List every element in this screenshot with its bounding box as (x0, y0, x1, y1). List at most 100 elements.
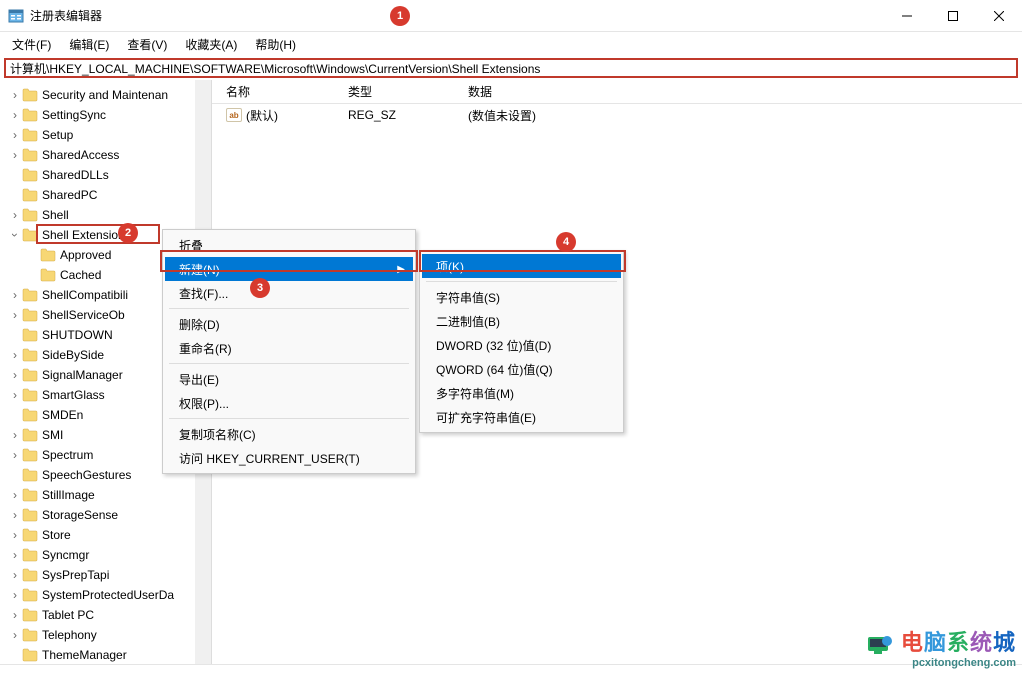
col-data[interactable]: 数据 (454, 83, 734, 100)
col-type[interactable]: 类型 (334, 83, 454, 100)
tree-item-thememanager[interactable]: ThemeManager (22, 645, 211, 664)
chevron-right-icon[interactable]: › (8, 388, 22, 402)
window-title: 注册表编辑器 (30, 7, 102, 24)
menu-item-复制项名称C[interactable]: 复制项名称(C) (165, 422, 413, 446)
submenu-item-二进制值B[interactable]: 二进制值(B) (422, 309, 621, 333)
chevron-right-icon[interactable]: › (8, 428, 22, 442)
chevron-right-icon[interactable]: › (8, 528, 22, 542)
menu-item-访问HKEYCURRENTUSERT[interactable]: 访问 HKEY_CURRENT_USER(T) (165, 446, 413, 470)
tree-item-label: Telephony (42, 628, 97, 642)
chevron-down-icon[interactable]: › (8, 228, 22, 242)
tree-item-label: SHUTDOWN (42, 328, 113, 342)
minimize-button[interactable] (884, 0, 930, 32)
menu-help[interactable]: 帮助(H) (247, 34, 304, 55)
chevron-right-icon[interactable]: › (8, 148, 22, 162)
tree-item-syncmgr[interactable]: ›Syncmgr (22, 545, 211, 565)
tree-item-label: Store (42, 528, 71, 542)
string-value-icon: ab (226, 108, 242, 122)
tree-item-shell[interactable]: ›Shell (22, 205, 211, 225)
menu-item-重命名R[interactable]: 重命名(R) (165, 336, 413, 360)
tree-item-sharedpc[interactable]: SharedPC (22, 185, 211, 205)
tree-item-shareddlls[interactable]: SharedDLLs (22, 165, 211, 185)
menu-file[interactable]: 文件(F) (4, 34, 59, 55)
menu-item-label: 折叠 (179, 237, 203, 254)
tree-item-label: Syncmgr (42, 548, 89, 562)
close-button[interactable] (976, 0, 1022, 32)
col-name[interactable]: 名称 (212, 83, 334, 100)
watermark-logo: 电脑系统城 (866, 625, 1016, 657)
chevron-right-icon[interactable]: › (8, 368, 22, 382)
tree-item-stillimage[interactable]: ›StillImage (22, 485, 211, 505)
maximize-button[interactable] (930, 0, 976, 32)
menu-favorites[interactable]: 收藏夹(A) (177, 34, 245, 55)
callout-2: 2 (118, 223, 138, 243)
chevron-right-icon[interactable]: › (8, 128, 22, 142)
value-name: (默认) (246, 107, 278, 124)
value-row[interactable]: ab (默认) REG_SZ (数值未设置) (212, 104, 1022, 126)
chevron-right-icon[interactable]: › (8, 628, 22, 642)
tree-item-store[interactable]: ›Store (22, 525, 211, 545)
submenu-item-多字符串值M[interactable]: 多字符串值(M) (422, 381, 621, 405)
menu-item-折叠[interactable]: 折叠 (165, 233, 413, 257)
menu-item-label: 可扩充字符串值(E) (436, 409, 536, 426)
tree-item-label: SpeechGestures (42, 468, 131, 482)
menu-item-查找F[interactable]: 查找(F)... (165, 281, 413, 305)
tree-item-label: Approved (60, 248, 111, 262)
address-path: 计算机\HKEY_LOCAL_MACHINE\SOFTWARE\Microsof… (10, 60, 540, 77)
tree-item-setup[interactable]: ›Setup (22, 125, 211, 145)
chevron-right-icon[interactable]: › (8, 588, 22, 602)
menu-item-导出E[interactable]: 导出(E) (165, 367, 413, 391)
menu-view[interactable]: 查看(V) (119, 34, 175, 55)
tree-item-label: Tablet PC (42, 608, 94, 622)
menu-separator (426, 281, 617, 282)
submenu-item-QWORD位值Q[interactable]: QWORD (64 位)值(Q) (422, 357, 621, 381)
value-type: REG_SZ (334, 108, 454, 122)
tree-item-label: SystemProtectedUserDa (42, 588, 174, 602)
window-buttons (884, 0, 1022, 32)
submenu-item-字符串值S[interactable]: 字符串值(S) (422, 285, 621, 309)
chevron-right-icon[interactable]: › (8, 288, 22, 302)
chevron-right-icon[interactable]: › (8, 348, 22, 362)
submenu-item-DWORD位值D[interactable]: DWORD (32 位)值(D) (422, 333, 621, 357)
submenu-item-可扩充字符串值E[interactable]: 可扩充字符串值(E) (422, 405, 621, 429)
menu-item-新建N[interactable]: 新建(N) ▶ (165, 257, 413, 281)
tree-item-label: Spectrum (42, 448, 93, 462)
chevron-right-icon[interactable]: › (8, 308, 22, 322)
chevron-right-icon[interactable]: › (8, 488, 22, 502)
tree-item-sharedaccess[interactable]: ›SharedAccess (22, 145, 211, 165)
chevron-right-icon[interactable]: › (8, 608, 22, 622)
tree-item-label: SysPrepTapi (42, 568, 109, 582)
menu-item-label: 新建(N) (179, 261, 220, 278)
tree-item-security-and-maintenan[interactable]: ›Security and Maintenan (22, 85, 211, 105)
chevron-right-icon[interactable]: › (8, 208, 22, 222)
address-input[interactable]: 计算机\HKEY_LOCAL_MACHINE\SOFTWARE\Microsof… (4, 58, 1018, 78)
chevron-right-icon[interactable]: › (8, 88, 22, 102)
tree-item-settingsync[interactable]: ›SettingSync (22, 105, 211, 125)
tree-item-label: SMDEn (42, 408, 83, 422)
menu-item-label: 多字符串值(M) (436, 385, 514, 402)
tree-item-label: ThemeManager (42, 648, 127, 662)
tree-item-label: SignalManager (42, 368, 123, 382)
menu-edit[interactable]: 编辑(E) (61, 34, 117, 55)
tree-item-syspreptapi[interactable]: ›SysPrepTapi (22, 565, 211, 585)
titlebar: 注册表编辑器 (0, 0, 1022, 32)
submenu-arrow-icon: ▶ (397, 264, 405, 275)
submenu-item-项K[interactable]: 项(K) (422, 254, 621, 278)
watermark: 电脑系统城 pcxitongcheng.com (866, 625, 1016, 669)
chevron-right-icon[interactable]: › (8, 568, 22, 582)
tree-item-telephony[interactable]: ›Telephony (22, 625, 211, 645)
callout-4: 4 (556, 232, 576, 252)
tree-item-storagesense[interactable]: ›StorageSense (22, 505, 211, 525)
menu-item-label: 复制项名称(C) (179, 426, 256, 443)
tree-item-tablet-pc[interactable]: ›Tablet PC (22, 605, 211, 625)
callout-3: 3 (250, 278, 270, 298)
chevron-right-icon[interactable]: › (8, 448, 22, 462)
chevron-right-icon[interactable]: › (8, 108, 22, 122)
chevron-right-icon[interactable]: › (8, 548, 22, 562)
tree-item-label: Security and Maintenan (42, 88, 168, 102)
tree-item-label: SharedPC (42, 188, 97, 202)
menu-item-权限P[interactable]: 权限(P)... (165, 391, 413, 415)
menu-item-删除D[interactable]: 删除(D) (165, 312, 413, 336)
chevron-right-icon[interactable]: › (8, 508, 22, 522)
tree-item-systemprotecteduserda[interactable]: ›SystemProtectedUserDa (22, 585, 211, 605)
